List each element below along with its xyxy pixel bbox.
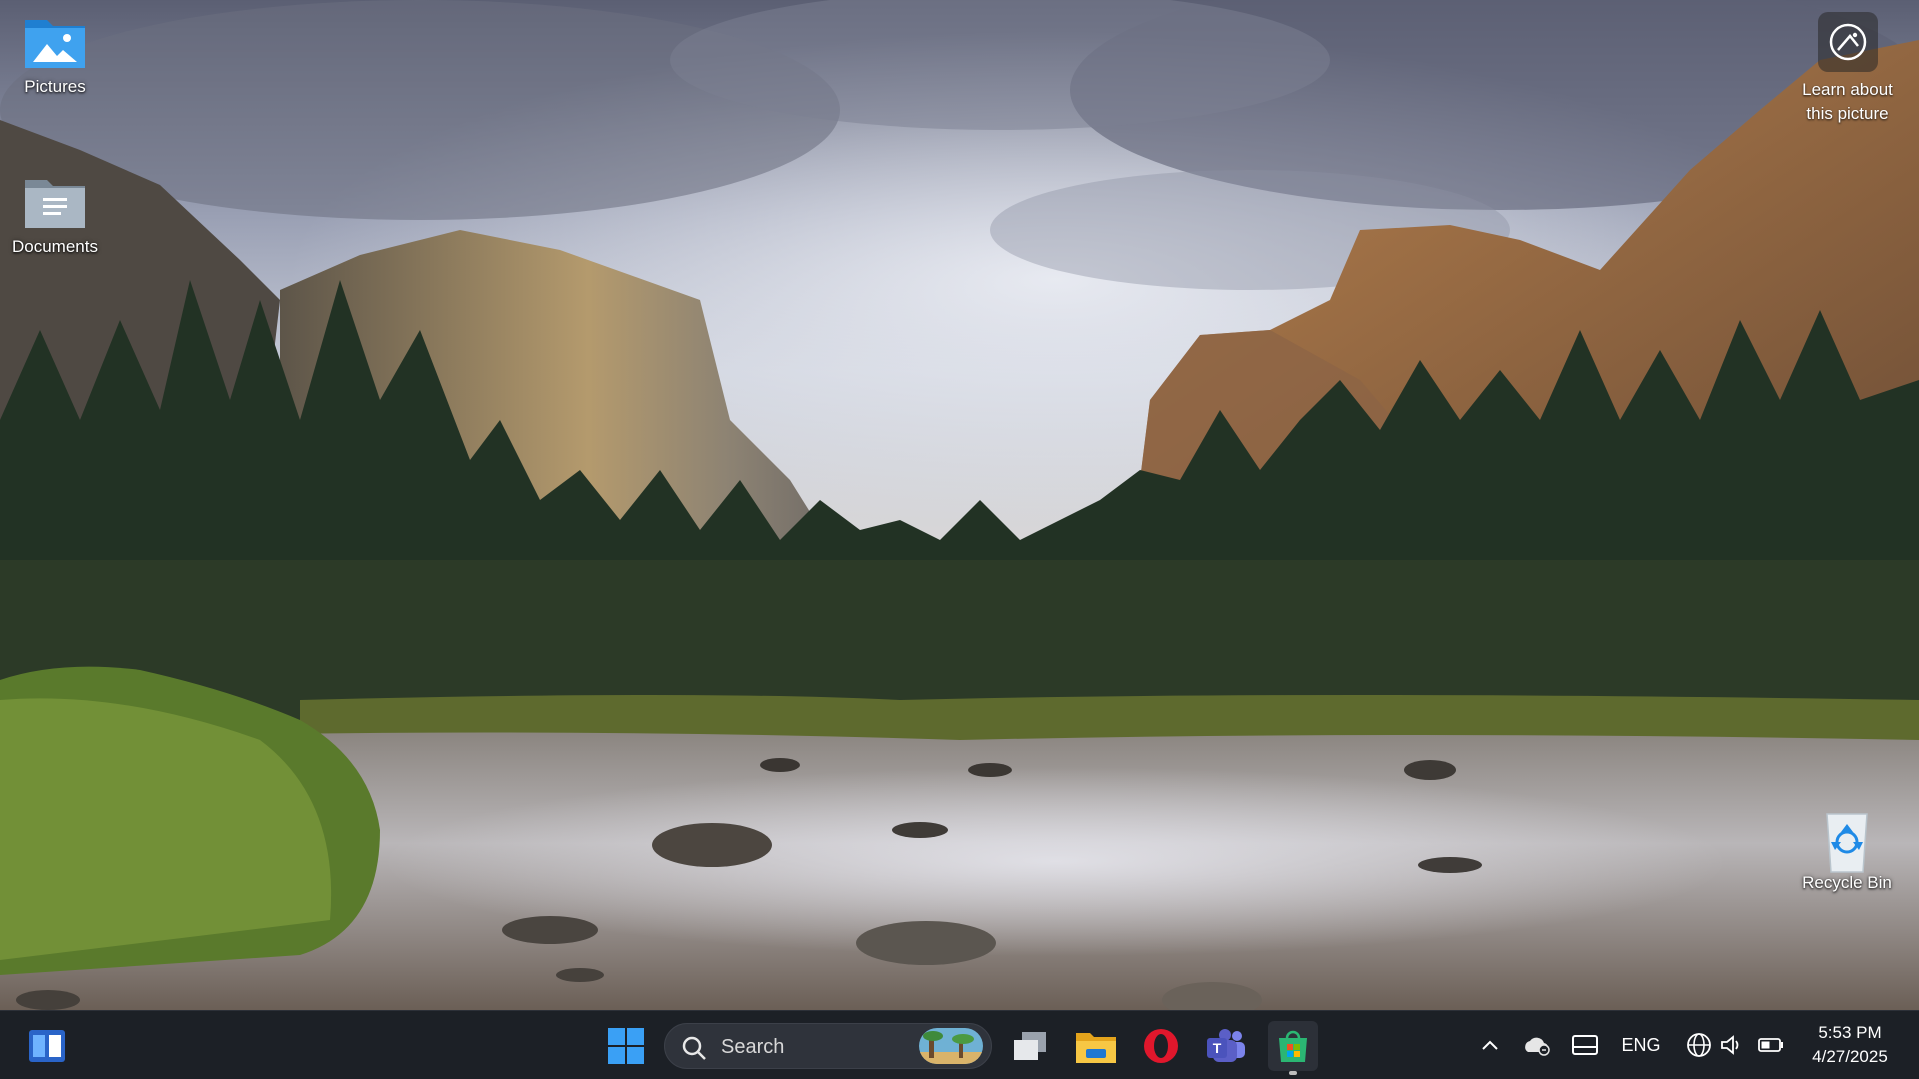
clock-button[interactable]: 5:53 PM 4/27/2025 [1800,1021,1900,1069]
taskbar: Search T ENG 5:53 PM 4/27/2025 [0,1010,1919,1079]
search-input[interactable]: Search [664,1023,992,1069]
volume-button[interactable] [1717,1027,1747,1063]
battery-icon [1758,1038,1783,1052]
documents-folder-icon [23,172,87,232]
app-store-icon [1279,1030,1307,1062]
start-button[interactable] [601,1021,651,1071]
clock-time: 5:53 PM [1818,1023,1882,1042]
display-icon [1572,1035,1598,1055]
desktop-wallpaper [0,0,1919,1010]
learn-about-line1: Learn about [1802,80,1893,99]
search-placeholder: Search [721,1036,785,1058]
file-explorer-icon [1076,1033,1116,1063]
teams-icon: T [1207,1029,1245,1062]
desktop-icon-documents[interactable]: Documents [0,172,110,258]
widgets-icon [29,1030,65,1062]
onedrive-button[interactable] [1520,1027,1554,1063]
network-button[interactable] [1683,1027,1715,1063]
task-view-icon [1014,1032,1046,1060]
desktop-icon-label: Pictures [24,77,86,96]
onedrive-icon [1525,1037,1550,1056]
desktop-icon-recycle-bin[interactable]: Recycle Bin [1792,808,1902,894]
task-view-button[interactable] [1005,1021,1055,1071]
display-button[interactable] [1568,1027,1602,1063]
pictures-folder-icon [23,12,87,72]
file-explorer-button[interactable] [1071,1021,1121,1071]
opera-button[interactable] [1136,1021,1186,1071]
active-app-button[interactable] [1268,1021,1318,1071]
teams-button[interactable]: T [1202,1021,1252,1071]
windows-start-icon [608,1028,644,1064]
opera-icon [1144,1029,1178,1063]
recycle-bin-icon [1815,808,1879,873]
active-app-indicator [1289,1071,1297,1075]
search-icon [682,1036,706,1060]
svg-text:T: T [1213,1040,1222,1056]
camera-aperture-icon [1817,12,1878,72]
widgets-button[interactable] [22,1021,72,1071]
wallpaper-landscape [0,0,1919,1010]
show-hidden-icons-button[interactable] [1476,1027,1504,1063]
desktop-icon-label: Recycle Bin [1802,873,1892,892]
battery-button[interactable] [1755,1027,1787,1063]
desktop-icon-label: Documents [12,237,98,256]
search-highlight-image [919,1028,983,1064]
clock-date: 4/27/2025 [1812,1047,1888,1066]
learn-about-picture[interactable]: Learn about this picture [1790,12,1905,126]
chevron-up-icon [1482,1040,1498,1050]
volume-icon [1721,1035,1739,1055]
learn-about-line2: this picture [1806,104,1889,123]
globe-icon [1687,1033,1711,1057]
desktop-icon-pictures[interactable]: Pictures [0,12,110,98]
language-indicator[interactable]: ENG [1616,1027,1666,1063]
